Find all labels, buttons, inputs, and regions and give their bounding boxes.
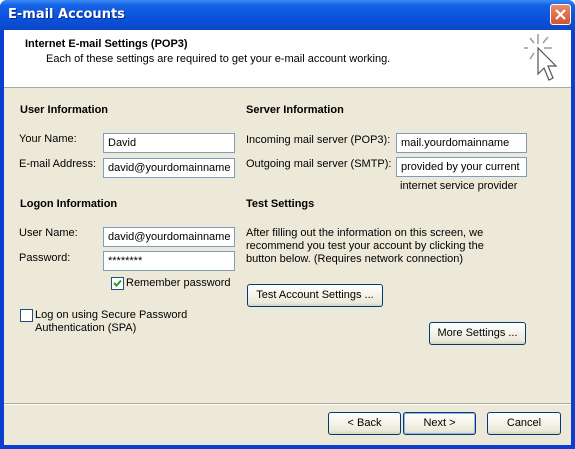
password-label: Password: <box>19 252 71 264</box>
title-bar: E-mail Accounts <box>0 0 575 30</box>
cancel-button[interactable]: Cancel <box>487 412 561 435</box>
email-accounts-window: E-mail Accounts Internet E-mail Settings… <box>0 0 575 449</box>
spa-checkbox[interactable] <box>20 309 33 322</box>
test-settings-heading: Test Settings <box>246 198 315 210</box>
test-settings-text-line3: button below. (Requires network connecti… <box>246 253 464 265</box>
header-subtitle: Each of these settings are required to g… <box>46 53 391 65</box>
server-info-heading: Server Information <box>246 104 344 116</box>
dialog-client-area: Internet E-mail Settings (POP3) Each of … <box>4 30 571 445</box>
user-name-input[interactable]: david@yourdomainname <box>103 227 235 247</box>
incoming-server-label: Incoming mail server (POP3): <box>246 134 391 146</box>
user-name-label: User Name: <box>19 227 78 239</box>
back-button[interactable]: < Back <box>328 412 401 435</box>
close-icon <box>555 9 566 20</box>
test-account-settings-button[interactable]: Test Account Settings ... <box>247 284 383 307</box>
test-settings-text-line2: recommend you test your account by click… <box>246 240 484 252</box>
close-button[interactable] <box>550 4 571 25</box>
checkmark-icon <box>113 279 122 287</box>
footer-divider <box>4 403 571 405</box>
wizard-header: Internet E-mail Settings (POP3) Each of … <box>4 30 571 88</box>
password-input[interactable]: ******** <box>103 251 235 271</box>
logon-info-heading: Logon Information <box>20 198 118 210</box>
outgoing-server-label: Outgoing mail server (SMTP): <box>246 158 392 170</box>
window-title: E-mail Accounts <box>8 7 125 22</box>
incoming-server-input[interactable]: mail.yourdomainname <box>396 133 527 153</box>
outgoing-server-note: internet service provider <box>400 180 518 192</box>
outgoing-server-input[interactable]: provided by your current <box>396 157 527 177</box>
wizard-cursor-icon <box>524 34 558 81</box>
your-name-label: Your Name: <box>19 133 77 145</box>
next-button[interactable]: Next > <box>403 412 476 435</box>
email-address-label: E-mail Address: <box>19 158 97 170</box>
more-settings-button[interactable]: More Settings ... <box>429 322 526 345</box>
spa-label-line1[interactable]: Log on using Secure Password <box>35 309 187 321</box>
email-address-input[interactable]: david@yourdomainname <box>103 158 235 178</box>
user-info-heading: User Information <box>20 104 109 116</box>
your-name-input[interactable]: David <box>103 133 235 153</box>
remember-password-label[interactable]: Remember password <box>126 277 231 289</box>
header-title: Internet E-mail Settings (POP3) <box>25 38 188 50</box>
test-settings-text-line1: After filling out the information on thi… <box>246 227 484 239</box>
remember-password-checkbox[interactable] <box>111 277 124 290</box>
spa-label-line2[interactable]: Authentication (SPA) <box>35 322 136 334</box>
